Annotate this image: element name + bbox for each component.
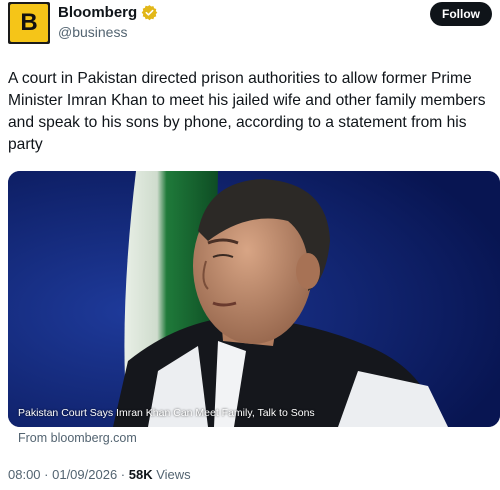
verified-badge-icon [141, 5, 158, 21]
account-avatar[interactable]: B [8, 2, 50, 44]
tweet-date[interactable]: 01/09/2026 [52, 467, 117, 482]
tweet-meta: 08:00 · 01/09/2026 · 58K Views [8, 467, 191, 482]
account-name-row: Bloomberg [58, 4, 158, 21]
tweet-time[interactable]: 08:00 [8, 467, 41, 482]
news-photo [8, 171, 500, 427]
views-label: Views [152, 467, 191, 482]
bloomberg-logo: B [10, 4, 48, 42]
views-count: 58K [128, 467, 153, 482]
link-card-caption: Pakistan Court Says Imran Khan Can Meet … [18, 407, 315, 419]
meta-separator: · [117, 467, 129, 482]
follow-button[interactable]: Follow [430, 2, 492, 26]
account-handle[interactable]: @business [58, 24, 127, 40]
tweet-text: A court in Pakistan directed prison auth… [8, 70, 486, 153]
link-card-image[interactable]: Pakistan Court Says Imran Khan Can Meet … [8, 171, 500, 427]
account-name[interactable]: Bloomberg [58, 4, 137, 21]
tweet-header: B Bloomberg @business Follow [8, 2, 492, 46]
link-source[interactable]: From bloomberg.com [18, 431, 137, 445]
meta-separator: · [40, 467, 53, 482]
